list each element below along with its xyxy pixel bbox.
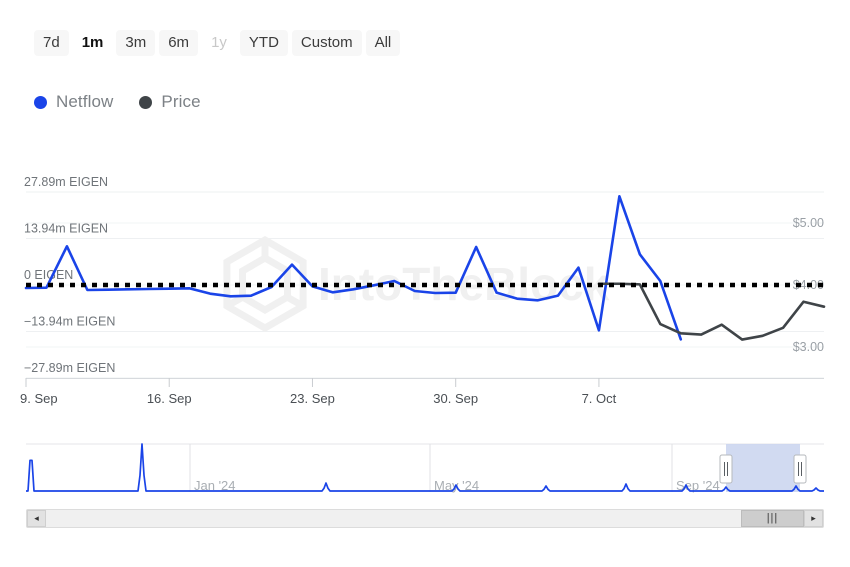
range-button-all[interactable]: All	[366, 30, 401, 56]
legend-label: Netflow	[56, 92, 113, 112]
watermark: IntoTheBlock	[227, 240, 610, 328]
range-button-ytd[interactable]: YTD	[240, 30, 288, 56]
main-chart-svg: IntoTheBlock 27.89m EIGEN 13.94m EIGEN 0 E…	[0, 160, 850, 420]
scrollbar-left-arrow[interactable]: ◂	[27, 510, 46, 527]
x-axis-tick: 30. Sep	[433, 391, 478, 406]
range-button-1m[interactable]: 1m	[73, 30, 113, 56]
scrollbar-track[interactable]: |||	[46, 510, 804, 527]
y-axis-tick-right: $5.00	[793, 216, 824, 230]
chevron-left-icon: ◂	[34, 514, 39, 523]
x-axis-tick: 9. Sep	[20, 391, 58, 406]
range-button-custom[interactable]: Custom	[292, 30, 362, 56]
range-button-3m[interactable]: 3m	[116, 30, 155, 56]
legend-item-price[interactable]: Price	[139, 92, 200, 112]
y-axis-tick-right: $3.00	[793, 340, 824, 354]
x-axis: 9. Sep 16. Sep 23. Sep 30. Sep 7. Oct	[20, 378, 617, 406]
navigator-selection[interactable]	[726, 444, 800, 492]
legend-marker-icon	[139, 96, 152, 109]
x-axis-tick: 23. Sep	[290, 391, 335, 406]
chart-widget: 7d1m3m6m1yYTDCustomAll Netflow Price Into…	[0, 0, 850, 567]
x-axis-tick: 16. Sep	[147, 391, 192, 406]
range-selector[interactable]: 7d1m3m6m1yYTDCustomAll	[34, 30, 400, 56]
scrollbar-right-arrow[interactable]: ▸	[804, 510, 823, 527]
range-button-6m[interactable]: 6m	[159, 30, 198, 56]
navigator-svg: Jan '24May '24Sep '24	[0, 430, 850, 505]
chart-navigator[interactable]: Jan '24May '24Sep '24	[0, 430, 850, 505]
y-axis-tick-left: 0 EIGEN	[24, 268, 73, 282]
legend-label: Price	[161, 92, 200, 112]
y-axis-tick-left: −13.94m EIGEN	[24, 314, 115, 328]
legend-marker-icon	[34, 96, 47, 109]
main-chart-plot[interactable]: IntoTheBlock 27.89m EIGEN 13.94m EIGEN 0 E…	[0, 160, 850, 400]
legend-item-netflow[interactable]: Netflow	[34, 92, 113, 112]
scrollbar-thumb[interactable]: |||	[741, 510, 804, 527]
chart-legend[interactable]: Netflow Price	[34, 92, 201, 112]
y-axis-tick-left: 13.94m EIGEN	[24, 222, 108, 236]
range-button-7d[interactable]: 7d	[34, 30, 69, 56]
navigator-handle-left[interactable]	[720, 455, 732, 483]
grip-icon: |||	[767, 513, 779, 524]
left-axis-labels: 27.89m EIGEN 13.94m EIGEN 0 EIGEN −13.94m E…	[24, 175, 115, 375]
y-axis-tick-left: −27.89m EIGEN	[24, 361, 115, 375]
x-axis-tick: 7. Oct	[582, 391, 617, 406]
range-button-1y: 1y	[202, 30, 236, 56]
chevron-right-icon: ▸	[811, 514, 816, 523]
navigator-handle-right[interactable]	[794, 455, 806, 483]
chart-scrollbar[interactable]: ◂ ||| ▸	[26, 509, 824, 528]
y-axis-tick-left: 27.89m EIGEN	[24, 175, 108, 189]
